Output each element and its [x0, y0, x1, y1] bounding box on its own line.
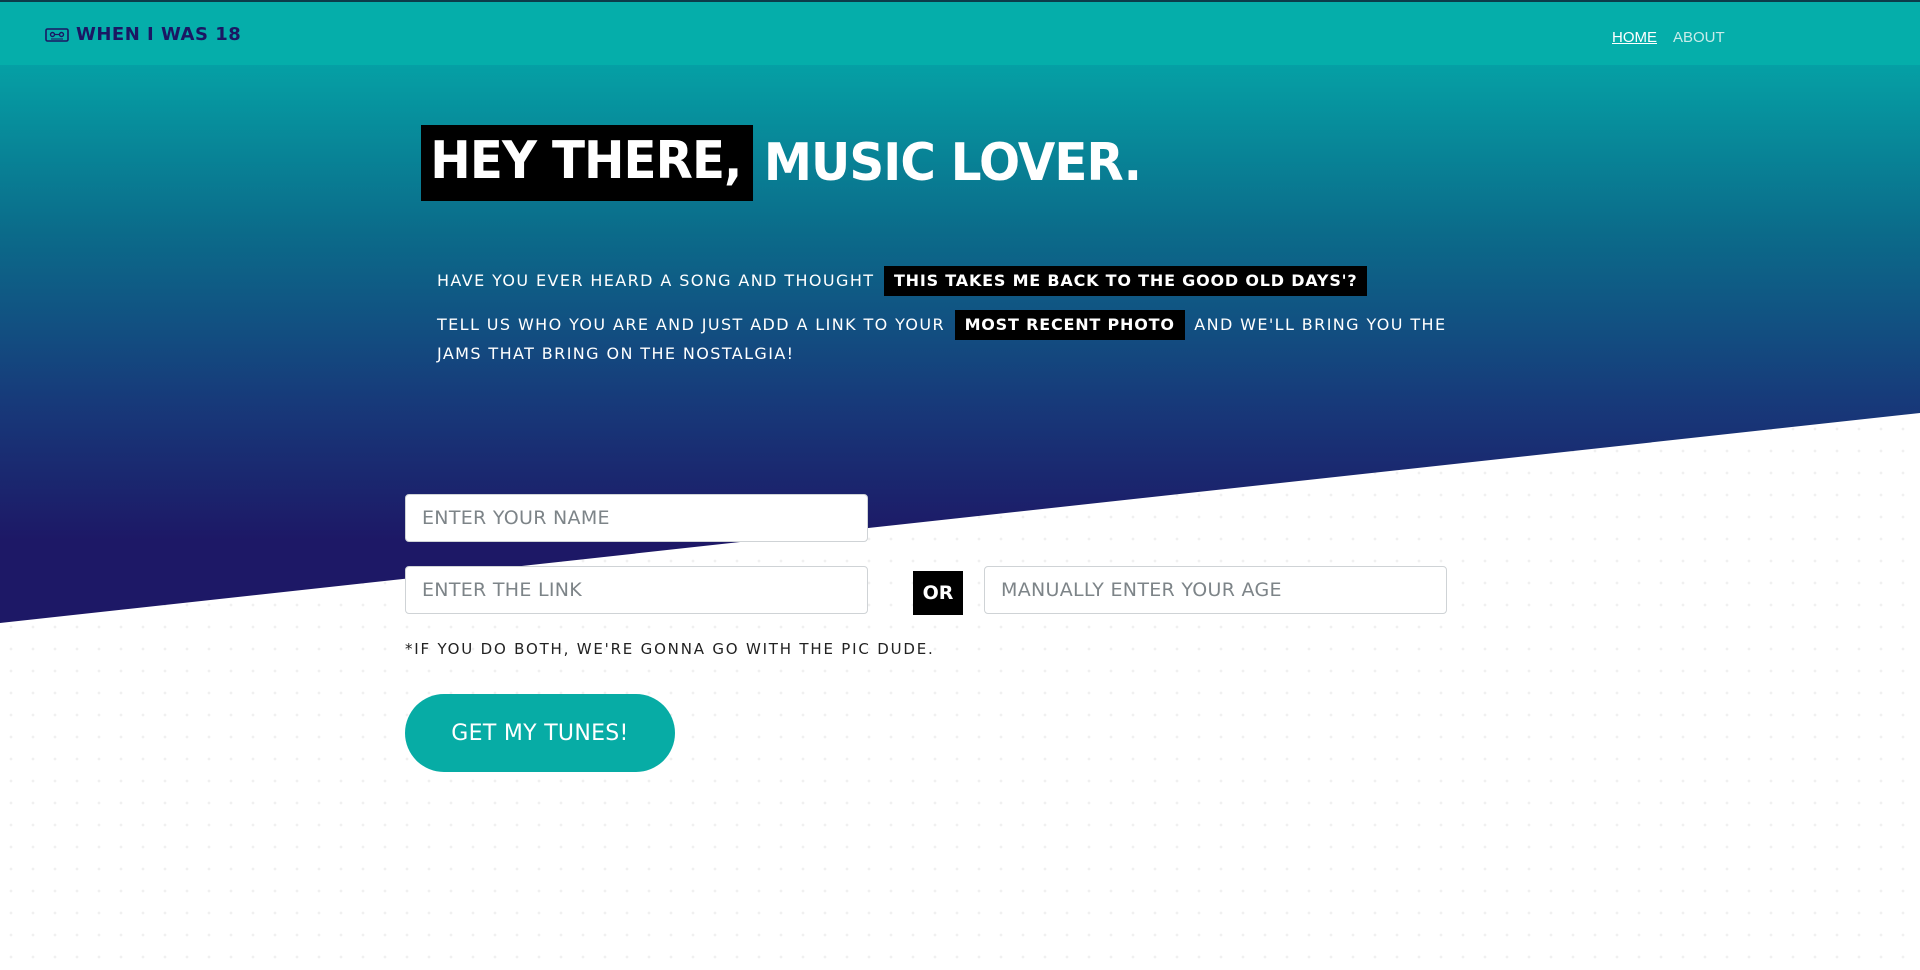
get-my-tunes-button[interactable]: GET MY TUNES!: [405, 694, 675, 772]
nav-home-link[interactable]: HOME: [1612, 29, 1657, 46]
nav-about-link[interactable]: ABOUT: [1673, 29, 1725, 46]
intro-line-2-text-a: TELL US WHO YOU ARE AND JUST ADD A LINK …: [437, 315, 946, 334]
brand-title: WHEN I WAS 18: [76, 24, 242, 45]
or-badge: OR: [913, 571, 963, 615]
intro-line-1-text: HAVE YOU EVER HEARD A SONG AND THOUGHT: [437, 271, 875, 290]
age-input[interactable]: [984, 566, 1447, 614]
name-input[interactable]: [405, 494, 868, 542]
navbar: WHEN I WAS 18 HOME ABOUT: [0, 0, 1920, 65]
cassette-icon: [45, 27, 69, 42]
intro-line-1-tag: THIS TAKES ME BACK TO THE GOOD OLD DAYS'…: [883, 266, 1368, 296]
intro-line-2: TELL US WHO YOU ARE AND JUST ADD A LINK …: [437, 310, 1457, 368]
nav-links: HOME ABOUT: [1612, 29, 1725, 46]
brand-logo[interactable]: WHEN I WAS 18: [45, 24, 241, 45]
page-headline: HEY THERE, MUSIC LOVER.: [421, 125, 1142, 201]
photo-link-input[interactable]: [405, 566, 868, 614]
headline-boxed: HEY THERE,: [421, 125, 753, 201]
intro-line-2-tag: MOST RECENT PHOTO: [954, 310, 1185, 340]
intro-text: HAVE YOU EVER HEARD A SONG AND THOUGHT T…: [437, 266, 1457, 382]
headline-rest: MUSIC LOVER.: [763, 133, 1142, 193]
form-note: *IF YOU DO BOTH, WE'RE GONNA GO WITH THE…: [405, 640, 935, 658]
intro-line-1: HAVE YOU EVER HEARD A SONG AND THOUGHT T…: [437, 266, 1457, 296]
